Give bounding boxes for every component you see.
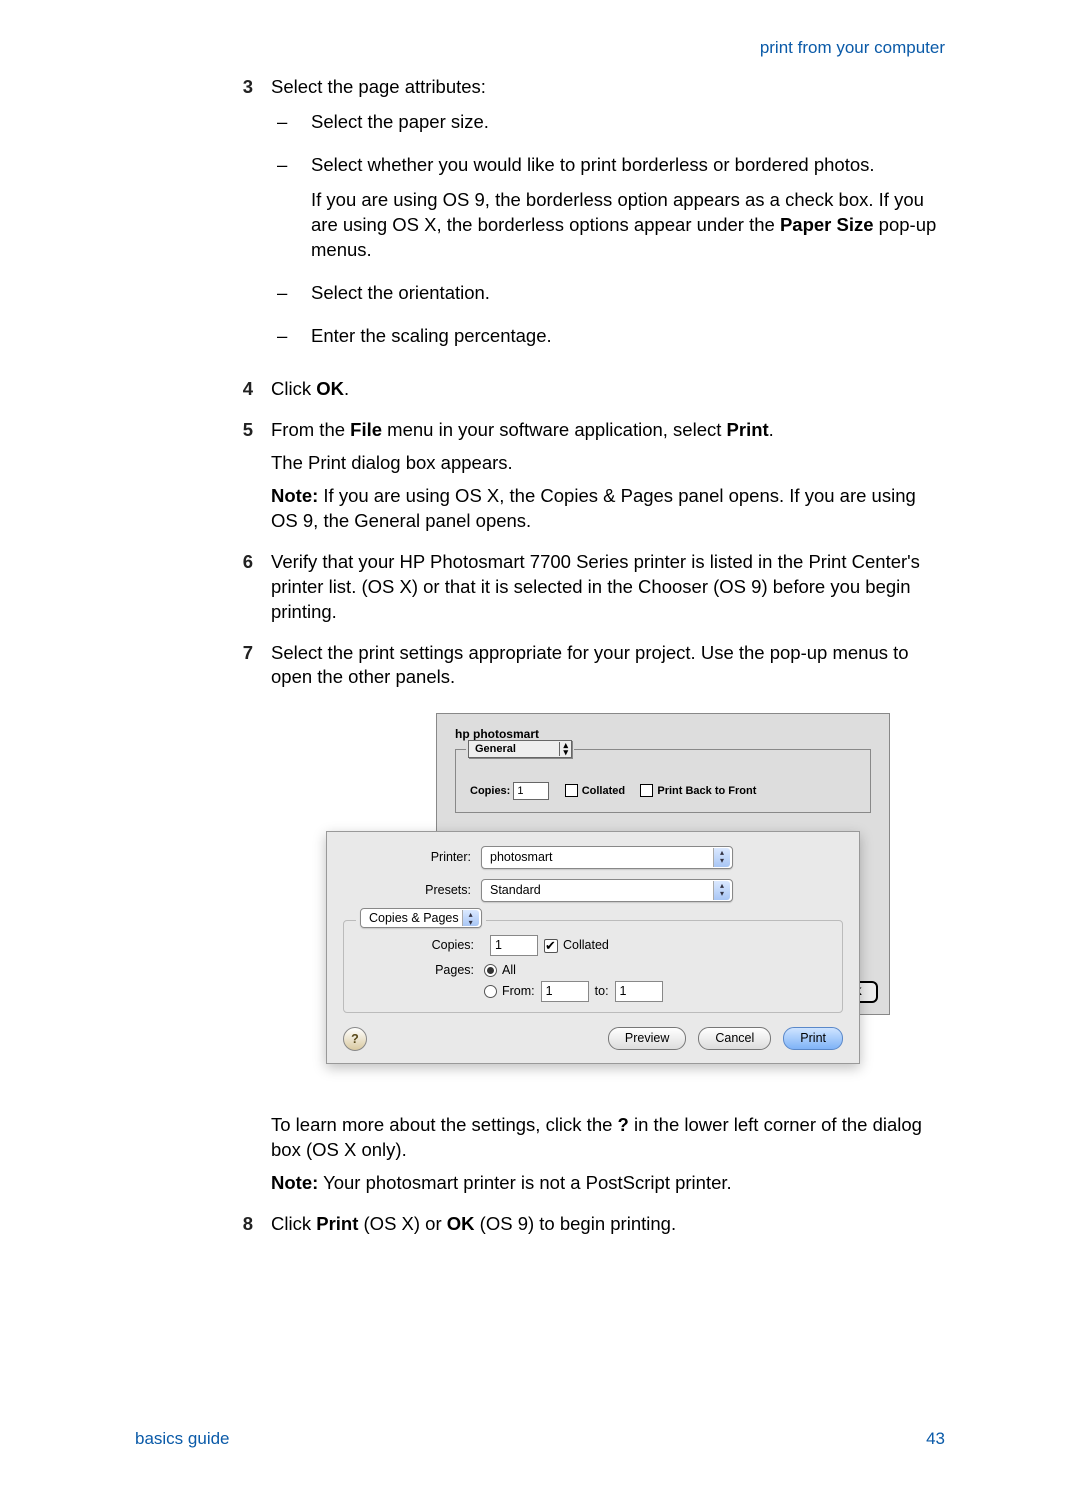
from-label: From: <box>502 983 535 1000</box>
step-5: 5 From the File menu in your software ap… <box>218 418 945 542</box>
step-number: 8 <box>218 1212 271 1245</box>
cancel-button[interactable]: Cancel <box>698 1027 771 1050</box>
learn-more-text: To learn more about the settings, click … <box>271 1113 945 1163</box>
printer-select[interactable]: photosmart▴▾ <box>481 846 733 869</box>
page-footer: basics guide 43 <box>135 1428 945 1451</box>
pages-all-radio[interactable] <box>484 964 497 977</box>
step-text: Click OK. <box>271 377 945 402</box>
bullet-dash: – <box>271 110 311 145</box>
step-note: Note: If you are using OS X, the Copies … <box>271 484 945 534</box>
copies-pages-panel: Copies & Pages▴▾ Copies: 1 Collated Page… <box>343 920 843 1013</box>
preview-button[interactable]: Preview <box>608 1027 686 1050</box>
pages-all-label: All <box>502 962 516 979</box>
postscript-note: Note: Your photosmart printer is not a P… <box>271 1171 945 1196</box>
back-to-front-checkbox[interactable] <box>640 784 653 797</box>
step-8: 8 Click Print (OS X) or OK (OS 9) to beg… <box>218 1212 945 1245</box>
osx-print-dialog: Printer: photosmart▴▾ Presets: Standard▴… <box>326 831 860 1063</box>
bullet-dash: – <box>271 153 311 273</box>
step-text: Click Print (OS X) or OK (OS 9) to begin… <box>271 1212 945 1237</box>
collated-label: Collated <box>582 785 625 797</box>
to-input[interactable]: 1 <box>615 981 663 1002</box>
pages-from-radio[interactable] <box>484 985 497 998</box>
collated-checkbox[interactable] <box>565 784 578 797</box>
back-to-front-label: Print Back to Front <box>657 785 756 797</box>
content-body: 3 Select the page attributes: –Select th… <box>218 75 945 1245</box>
presets-label: Presets: <box>343 882 481 899</box>
step-4: 4 Click OK. <box>218 377 945 410</box>
pages-label: Pages: <box>356 962 484 979</box>
print-button[interactable]: Print <box>783 1027 843 1050</box>
step-number: 7 <box>218 641 271 699</box>
bullet-dash: – <box>271 281 311 316</box>
help-button[interactable]: ? <box>343 1027 367 1051</box>
step-text: Select the print settings appropriate fo… <box>271 641 945 691</box>
step-7: 7 Select the print settings appropriate … <box>218 641 945 699</box>
to-label: to: <box>595 983 609 1000</box>
copies-label: Copies: <box>470 785 510 797</box>
printer-label: Printer: <box>343 849 481 866</box>
step-number: 3 <box>218 75 271 369</box>
sub-c: Select the orientation. <box>311 281 945 306</box>
page-number: 43 <box>926 1428 945 1451</box>
sub-d: Enter the scaling percentage. <box>311 324 945 349</box>
panel-select[interactable]: Copies & Pages▴▾ <box>360 908 482 928</box>
step-text: Select the page attributes: <box>271 75 945 100</box>
sub-a: Select the paper size. <box>311 110 945 135</box>
step-number: 5 <box>218 418 271 542</box>
step-text: Verify that your HP Photosmart 7700 Seri… <box>271 550 945 625</box>
panel-selector[interactable]: General▴▾ <box>468 740 572 759</box>
step-6: 6 Verify that your HP Photosmart 7700 Se… <box>218 550 945 633</box>
step-number: 6 <box>218 550 271 633</box>
step-3: 3 Select the page attributes: –Select th… <box>218 75 945 369</box>
section-header: print from your computer <box>760 37 945 60</box>
sub-b-extra: If you are using OS 9, the borderless op… <box>311 188 945 263</box>
copies-input[interactable]: 1 <box>513 782 549 800</box>
copies-label: Copies: <box>356 937 484 954</box>
copies-input[interactable]: 1 <box>490 935 538 956</box>
collated-label: Collated <box>563 937 609 954</box>
guide-name: basics guide <box>135 1428 230 1451</box>
after-figure-text: To learn more about the settings, click … <box>218 1113 945 1204</box>
bullet-dash: – <box>271 324 311 359</box>
step-number: 4 <box>218 377 271 410</box>
step-text: From the File menu in your software appl… <box>271 418 945 443</box>
collated-checkbox[interactable] <box>544 939 558 953</box>
step-result: The Print dialog box appears. <box>271 451 945 476</box>
from-input[interactable]: 1 <box>541 981 589 1002</box>
print-dialogs-figure: hp photosmart General▴▾ Copies: 1 Collat… <box>326 713 886 1093</box>
sub-b: Select whether you would like to print b… <box>311 153 945 178</box>
presets-select[interactable]: Standard▴▾ <box>481 879 733 902</box>
